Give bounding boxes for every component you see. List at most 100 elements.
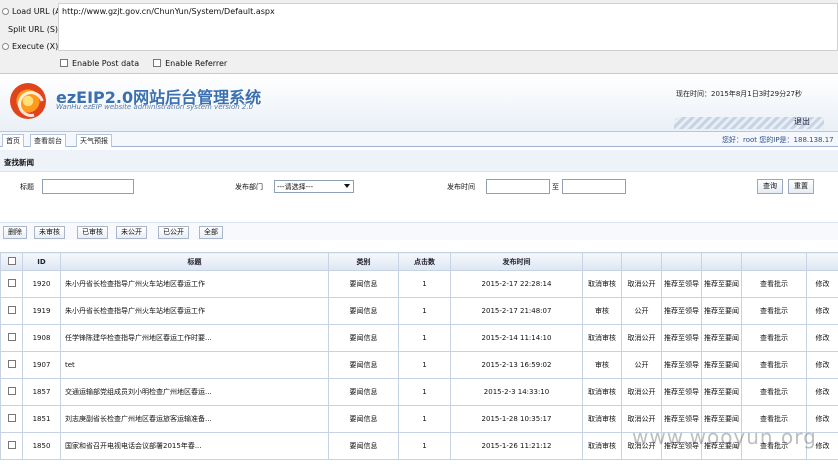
published-button[interactable]: 已公开 — [158, 226, 189, 239]
row-checkbox[interactable] — [0, 378, 23, 406]
row-checkbox[interactable] — [0, 432, 23, 460]
cell-time: 2015-2-14 11:14:10 — [450, 324, 583, 352]
unpublished-button[interactable]: 未公开 — [116, 226, 147, 239]
view-instructions-link[interactable]: 查看批示 — [741, 324, 807, 352]
cell-title[interactable]: 任学锋陈建华检查指导广州地区春运工作时要... — [60, 324, 329, 352]
cell-title[interactable]: 朱小丹省长检查指导广州火车站地区春运工作 — [60, 297, 329, 325]
cell-category: 要闻信息 — [328, 405, 399, 433]
audit-link[interactable]: 取消审核 — [582, 324, 622, 352]
delete-button[interactable]: 删除 — [3, 226, 27, 239]
audited-button[interactable]: 已审核 — [77, 226, 108, 239]
checkbox-icon[interactable] — [7, 414, 16, 422]
column-header-blank — [661, 252, 702, 271]
checkbox-icon[interactable] — [153, 59, 162, 67]
cell-clicks: 1 — [398, 270, 451, 298]
publish-link[interactable]: 取消公开 — [621, 270, 662, 298]
cell-clicks: 1 — [398, 297, 451, 325]
load-url-button[interactable]: Load URL (A) — [2, 5, 64, 19]
recommend-leader-link[interactable]: 推荐至领导 — [661, 351, 702, 379]
search-title-text: 查找新闻 — [4, 158, 34, 167]
cell-clicks: 1 — [398, 324, 451, 352]
cell-title[interactable]: 朱小丹省长检查指导广州火车站地区春运工作 — [60, 270, 329, 298]
table-row: 1920 朱小丹省长检查指导广州火车站地区春运工作 要闻信息 1 2015-2-… — [0, 270, 838, 298]
checkbox-icon[interactable] — [7, 279, 16, 287]
enable-post-data-option[interactable]: Enable Post data — [60, 59, 139, 68]
publish-link[interactable]: 公开 — [621, 351, 662, 379]
cell-id: 1857 — [22, 378, 61, 406]
title-input[interactable] — [42, 179, 134, 194]
cell-time: 2015-1-28 10:35:17 — [450, 405, 583, 433]
row-checkbox[interactable] — [0, 270, 23, 298]
view-instructions-link[interactable]: 查看批示 — [741, 351, 807, 379]
recommend-news-link[interactable]: 推荐至要闻 — [701, 297, 742, 325]
execute-button[interactable]: Execute (X) — [2, 40, 58, 54]
checkbox-icon[interactable] — [7, 360, 16, 368]
checkbox-icon[interactable] — [7, 387, 16, 395]
cell-title[interactable]: 刘志庚副省长检查广州地区春运旅客运输准备... — [60, 405, 329, 433]
column-header-blank — [621, 252, 662, 271]
checkbox-icon[interactable] — [7, 441, 16, 449]
recommend-leader-link[interactable]: 推荐至领导 — [661, 324, 702, 352]
publish-link[interactable]: 取消公开 — [621, 324, 662, 352]
url-text: http://www.gzjt.gov.cn/ChunYun/System/De… — [62, 7, 275, 16]
recommend-leader-link[interactable]: 推荐至领导 — [661, 297, 702, 325]
edit-link[interactable]: 修改 — [806, 270, 838, 298]
tab-view-frontend[interactable]: 查看前台 — [30, 134, 66, 147]
exit-link[interactable]: 退出 — [794, 116, 810, 127]
checkbox-icon[interactable] — [7, 256, 16, 265]
select-all-header[interactable] — [0, 252, 23, 271]
column-header-blank — [741, 252, 807, 271]
dept-select[interactable]: ---请选择--- — [274, 180, 354, 193]
search-form: 标题 发布部门 ---请选择--- 发布时间 至 查询 重置 — [0, 173, 838, 201]
checkbox-icon[interactable] — [60, 59, 68, 67]
row-checkbox[interactable] — [0, 324, 23, 352]
view-instructions-link[interactable]: 查看批示 — [741, 270, 807, 298]
publish-link[interactable]: 公开 — [621, 297, 662, 325]
audit-link[interactable]: 取消审核 — [582, 270, 622, 298]
recommend-news-link[interactable]: 推荐至要闻 — [701, 270, 742, 298]
checkbox-icon[interactable] — [7, 333, 16, 341]
chevron-down-icon — [344, 184, 350, 188]
tab-home[interactable]: 首页 — [2, 134, 24, 147]
edit-link[interactable]: 修改 — [806, 351, 838, 379]
cell-title[interactable]: 交通运输部党组成员刘小明检查广州地区春运... — [60, 378, 329, 406]
start-time-input[interactable] — [486, 179, 550, 194]
cell-title[interactable]: tet — [60, 351, 329, 379]
tab-weather[interactable]: 天气预报 — [76, 134, 112, 147]
audit-link[interactable]: 取消审核 — [582, 378, 622, 406]
all-button[interactable]: 全部 — [199, 226, 223, 239]
view-instructions-link[interactable]: 查看批示 — [741, 378, 807, 406]
row-checkbox[interactable] — [0, 297, 23, 325]
row-checkbox[interactable] — [0, 405, 23, 433]
url-textarea[interactable]: http://www.gzjt.gov.cn/ChunYun/System/De… — [58, 3, 838, 51]
audit-link[interactable]: 审核 — [582, 297, 622, 325]
checkbox-icon[interactable] — [7, 306, 16, 314]
hackbar-buttons: Load URL (A) Split URL (S) Execute (X) — [0, 0, 64, 74]
view-instructions-link[interactable]: 查看批示 — [741, 297, 807, 325]
row-checkbox[interactable] — [0, 351, 23, 379]
recommend-leader-link[interactable]: 推荐至领导 — [661, 270, 702, 298]
table-row: 1907 tet 要闻信息 1 2015-2-13 16:59:02 审核 公开… — [0, 351, 838, 379]
recommend-news-link[interactable]: 推荐至要闻 — [701, 378, 742, 406]
cell-title[interactable]: 国家和省召开电视电话会议部署2015年春... — [60, 432, 329, 460]
edit-link[interactable]: 修改 — [806, 378, 838, 406]
audit-link[interactable]: 取消审核 — [582, 405, 622, 433]
query-button[interactable]: 查询 — [757, 179, 783, 194]
end-time-input[interactable] — [562, 179, 626, 194]
title-label: 标题 — [20, 183, 34, 191]
to-label: 至 — [552, 183, 559, 191]
recommend-news-link[interactable]: 推荐至要闻 — [701, 324, 742, 352]
audit-link[interactable]: 取消审核 — [582, 432, 622, 460]
enable-referrer-option[interactable]: Enable Referrer — [153, 59, 227, 68]
split-url-button[interactable]: Split URL (S) — [8, 23, 58, 37]
unaudited-button[interactable]: 未审核 — [34, 226, 65, 239]
recommend-news-link[interactable]: 推荐至要闻 — [701, 351, 742, 379]
publish-link[interactable]: 取消公开 — [621, 378, 662, 406]
reset-button[interactable]: 重置 — [788, 179, 814, 194]
cell-time: 2015-2-3 14:33:10 — [450, 378, 583, 406]
edit-link[interactable]: 修改 — [806, 297, 838, 325]
recommend-leader-link[interactable]: 推荐至领导 — [661, 378, 702, 406]
edit-link[interactable]: 修改 — [806, 324, 838, 352]
audit-link[interactable]: 审核 — [582, 351, 622, 379]
split-url-label: Split URL (S) — [8, 25, 59, 34]
